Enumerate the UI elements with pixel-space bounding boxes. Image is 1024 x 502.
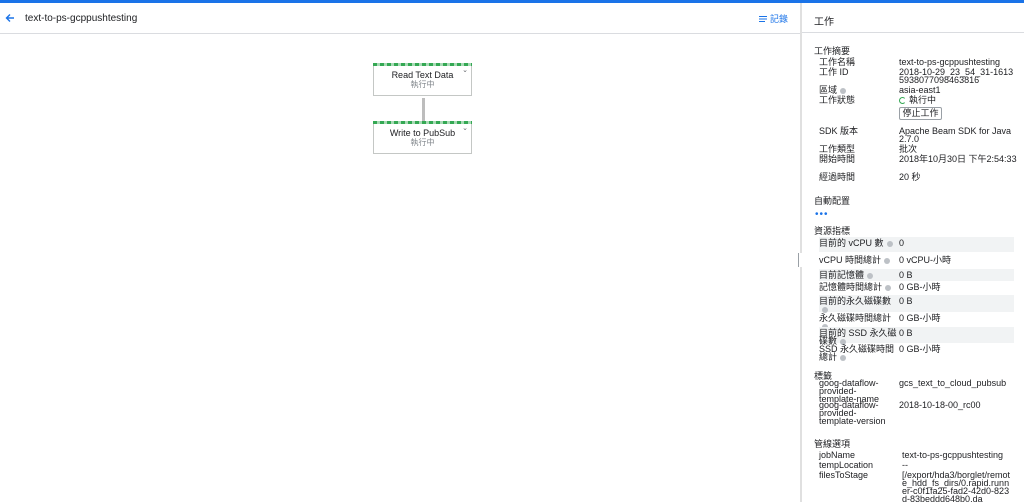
metric-value: 0 GB-小時 [899,313,941,323]
metric-row: 記憶體時間總計 0 GB-小時 [819,281,1014,295]
info-icon[interactable] [840,87,847,94]
metric-value: 0 [899,238,905,248]
logs-icon [758,15,767,23]
pipeline-option-value: [/export/hda3/borglet/remote_hdd_fs_dirs… [902,470,1011,502]
info-icon[interactable] [884,257,891,264]
pipeline-option-row: filesToStage [/export/hda3/borglet/remot… [819,471,1014,502]
summary-title: 工作摘要 [814,46,851,56]
sdk-label: SDK 版本 [819,126,859,136]
metric-row: 目前的 vCPU 數 0 [819,237,1014,252]
status-label: 工作狀態 [819,95,856,105]
pipeline-option-key: jobName [819,450,856,460]
pipeline-option-value: -- [902,460,908,470]
loading-dots-icon: ••• [815,209,829,220]
metric-value: 0 B [899,296,913,306]
metric-row: 目前的永久磁碟數 0 B [819,295,1014,313]
metric-row: 永久磁碟時間總計 0 GB-小時 [819,312,1014,330]
info-icon[interactable] [867,272,874,279]
metric-label: 目前的 vCPU 數 [819,238,884,248]
info-icon[interactable] [885,284,892,291]
graph-node-read-text-data[interactable]: ⌄ Read Text Data 執行中 [373,63,472,96]
region-value: asia-east1 [899,85,941,95]
autoscale-title: 自動配置 [814,196,851,206]
node-progress-stripe [373,121,472,124]
logs-label: 記錄 [769,14,788,24]
node-status: 執行中 [410,80,435,89]
region-label: 區域 [819,85,838,95]
label-row: goog-dataflow-provided-template-version … [819,401,1014,427]
panel-title: 工作 [814,17,834,28]
metric-label: SSD 永久磁碟時間總計 [819,344,895,362]
summary-row-sdk: SDK 版本 Apache Beam SDK for Java 2.7.0 [819,127,1014,145]
back-arrow-icon[interactable] [4,12,16,24]
job-name-label: 工作名稱 [819,57,856,67]
elapsed-value: 20 秒 [899,172,921,182]
job-graph-canvas[interactable]: ⌄ Read Text Data 執行中 ⌄ Write to PubSub 執… [0,35,800,502]
metric-label: 記憶體時間總計 [819,282,883,292]
graph-node-write-to-pubsub[interactable]: ⌄ Write to PubSub 執行中 [373,121,472,154]
metric-value: 0 GB-小時 [899,344,941,354]
metric-row: SSD 永久磁碟時間總計 0 GB-小時 [819,343,1014,362]
metric-label: vCPU 時間總計 [819,255,882,265]
label-key: goog-dataflow-provided-template-version [819,400,886,426]
label-value: 2018-10-18-00_rc00 [899,400,981,410]
job-header: text-to-ps-gcppushtesting 記錄 [0,3,800,34]
graph-edge [422,98,425,121]
job-info-panel: 工作 工作摘要 工作名稱 text-to-ps-gcppushtesting 工… [802,3,1024,502]
pipeline-option-value: text-to-ps-gcppushtesting [902,450,1004,460]
graph-pane: text-to-ps-gcppushtesting 記錄 ⌄ Read Text… [0,3,800,502]
elapsed-label: 經過時間 [819,172,856,182]
metric-label: 永久磁碟時間總計 [819,313,892,323]
metric-value: 0 B [899,328,913,338]
label-row: goog-dataflow-provided-template-name gcs… [819,378,1014,404]
info-icon[interactable] [886,240,893,247]
page-title: text-to-ps-gcppushtesting [25,13,138,24]
job-id-label: 工作 ID [819,67,849,77]
pipeline-option-key: filesToStage [819,470,869,480]
type-value: 批次 [899,144,918,154]
metric-row: 目前記憶體 0 B [819,269,1014,281]
job-name-value: text-to-ps-gcppushtesting [899,57,1001,67]
running-status-icon [899,97,906,104]
node-status: 執行中 [410,138,435,147]
type-label: 工作類型 [819,144,856,154]
label-value: gcs_text_to_cloud_pubsub [899,378,1007,388]
metric-row: vCPU 時間總計 0 vCPU-小時 [819,254,1014,269]
metric-label: 目前的永久磁碟數 [819,296,892,306]
metric-label: 目前記憶體 [819,270,865,280]
summary-row-job-id: 工作 ID 2018-10-29_23_54_31-16135938077098… [819,68,1014,86]
metric-value: 0 GB-小時 [899,282,941,292]
start-value: 2018年10月30日 下午2:54:33 [899,154,1017,164]
status-value: 執行中 [909,95,937,105]
start-label: 開始時間 [819,154,856,164]
metrics-title: 資源指標 [814,226,851,236]
stop-job-button[interactable]: 停止工作 [899,107,942,120]
summary-row-start: 開始時間 2018年10月30日 下午2:54:33 [819,154,1017,173]
logs-button[interactable]: 記錄 [758,12,788,25]
metric-value: 0 B [899,270,913,280]
info-icon[interactable] [840,354,847,361]
panel-header: 工作 [802,3,1024,33]
job-id-value: 2018-10-29_23_54_31-16135938077098463816 [899,67,1014,85]
node-progress-stripe [373,63,472,66]
sdk-value: Apache Beam SDK for Java 2.7.0 [899,126,1012,144]
metric-value: 0 vCPU-小時 [899,255,952,265]
metric-row: 目前的 SSD 永久磁碟數 0 B [819,327,1014,346]
pipeline-option-key: tempLocation [819,460,874,470]
pipeline-options-title: 管線選項 [814,439,851,449]
